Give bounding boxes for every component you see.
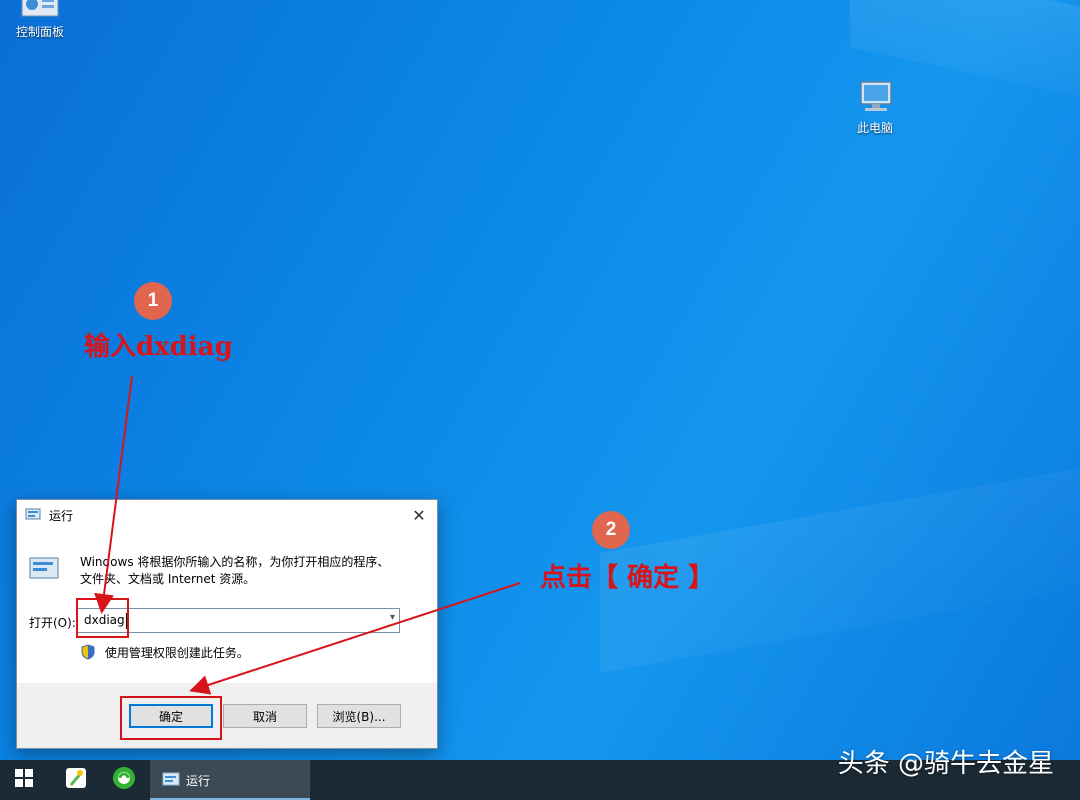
browse-button[interactable]: 浏览(B)... xyxy=(317,704,401,728)
taskbar-browser-app[interactable] xyxy=(102,760,146,800)
run-icon xyxy=(162,771,180,790)
admin-note: 使用管理权限创建此任务。 xyxy=(81,644,249,663)
run-icon xyxy=(25,506,41,525)
close-icon: ✕ xyxy=(412,505,426,525)
dialog-title: 运行 xyxy=(49,508,74,523)
description-line: Windows 将根据你所输入的名称，为你打开相应的程序、 xyxy=(80,555,390,569)
chevron-down-icon[interactable]: ▾ xyxy=(390,612,395,623)
control-panel-icon xyxy=(20,0,60,20)
dialog-footer: 确定 取消 浏览(B)... xyxy=(17,683,437,748)
dialog-titlebar[interactable]: 运行 ✕ xyxy=(17,500,437,530)
step-1-text: 输入dxdiag xyxy=(84,332,233,362)
desktop-icon-label: 控制面板 xyxy=(15,25,64,39)
description-line: 文件夹、文档或 Internet 资源。 xyxy=(80,572,256,586)
input-highlight-box xyxy=(76,598,129,638)
taskbar-run-window[interactable]: 运行 xyxy=(150,760,310,800)
browser-app-icon xyxy=(112,766,136,794)
watermark: 头条 @骑牛去金星 xyxy=(837,749,1054,779)
admin-note-text: 使用管理权限创建此任务。 xyxy=(104,646,249,660)
desktop-icon-control-panel[interactable]: 控制面板 xyxy=(0,0,80,40)
close-button[interactable]: ✕ xyxy=(401,500,437,530)
computer-icon xyxy=(853,80,897,116)
taskbar-run-label: 运行 xyxy=(186,773,211,788)
desktop-icon-label: 此电脑 xyxy=(856,121,893,135)
ok-button-highlight-box xyxy=(120,696,222,740)
run-large-icon xyxy=(29,556,61,586)
start-button[interactable] xyxy=(0,760,48,800)
desktop-icon-this-pc[interactable]: 此电脑 xyxy=(835,80,915,136)
windows-start-icon xyxy=(15,769,33,791)
step-1-badge: 1 xyxy=(134,282,172,320)
open-label: 打开(O): xyxy=(29,616,76,630)
shield-icon xyxy=(81,644,95,663)
step-2-text: 点击【 确定 】 xyxy=(540,563,715,593)
cancel-button[interactable]: 取消 xyxy=(223,704,307,728)
step-2-badge: 2 xyxy=(592,511,630,549)
dialog-description: Windows 将根据你所输入的名称，为你打开相应的程序、 文件夹、文档或 In… xyxy=(80,554,420,588)
taskbar-cleaner-app[interactable] xyxy=(54,760,98,800)
cleaner-app-icon xyxy=(64,766,88,794)
